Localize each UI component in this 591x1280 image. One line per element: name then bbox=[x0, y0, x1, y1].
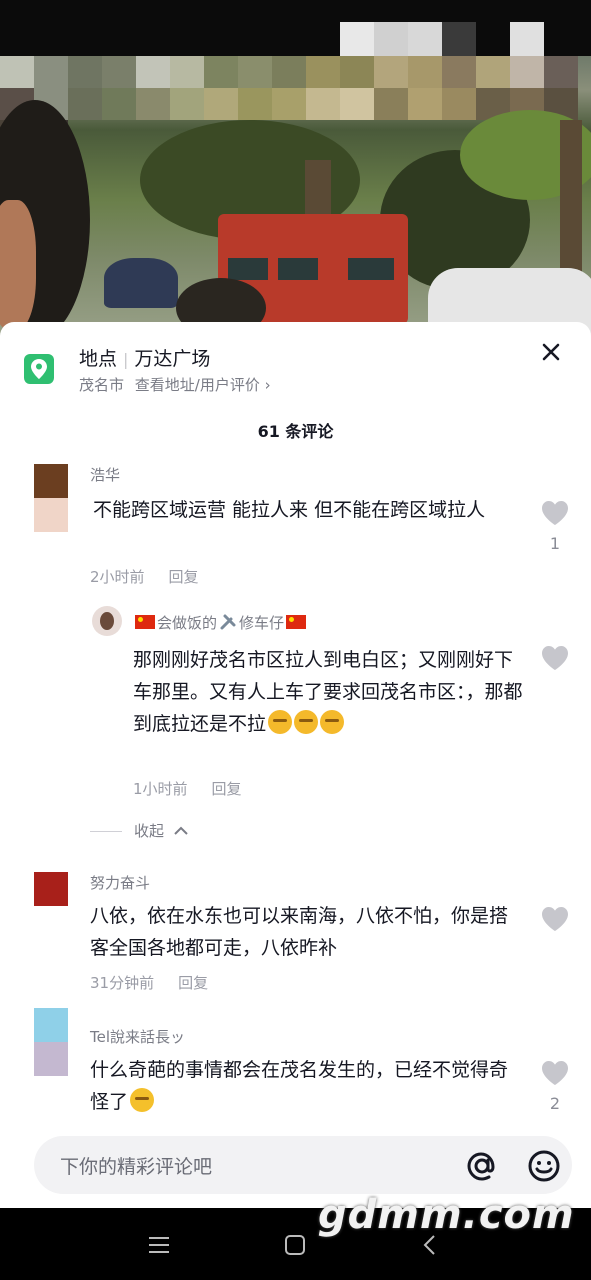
comment-time: 31分钟前 bbox=[90, 974, 155, 992]
laughing-emoji-icon bbox=[130, 1088, 155, 1112]
comments-sheet: 地点 | 万达广场 茂名市 查看地址/用户评价 › 61 条评论 浩华 不能跨区域运… bbox=[0, 322, 591, 1208]
comment-meta: 2小时前 回复 bbox=[90, 566, 199, 587]
reply-button[interactable]: 回复 bbox=[212, 780, 242, 798]
comment-meta: 1小时前 回复 bbox=[133, 778, 242, 799]
avatar[interactable] bbox=[34, 872, 68, 940]
comment-username[interactable]: Tel說来話長ッ bbox=[90, 1026, 185, 1047]
location-name: 万达广场 bbox=[134, 348, 211, 370]
reply-button[interactable]: 回复 bbox=[169, 568, 199, 586]
location-subtitle[interactable]: 茂名市 查看地址/用户评价 › bbox=[79, 374, 271, 395]
emoji-icon[interactable] bbox=[524, 1146, 564, 1186]
comment-time: 2小时前 bbox=[90, 568, 145, 586]
like-count: 1 bbox=[549, 534, 561, 553]
tools-icon bbox=[220, 614, 236, 630]
comment-username[interactable]: 浩华 bbox=[90, 464, 120, 485]
reply-button[interactable]: 回复 bbox=[178, 974, 208, 992]
divider-line bbox=[90, 831, 122, 832]
comment-text: 什么奇葩的事情都会在茂名发生的，已经不觉得奇怪了 bbox=[90, 1059, 509, 1113]
comment-meta: 31分钟前 回复 bbox=[90, 972, 208, 993]
watermark-logo: gdmm.com bbox=[318, 1192, 575, 1238]
collapse-replies-button[interactable]: 收起 bbox=[90, 820, 189, 841]
thinking-emoji-icon bbox=[268, 710, 293, 734]
comment-input[interactable]: 下你的精彩评论吧 bbox=[34, 1136, 572, 1194]
heart-icon[interactable] bbox=[541, 645, 569, 671]
heart-icon[interactable] bbox=[541, 1060, 569, 1086]
chevron-up-icon bbox=[174, 826, 188, 835]
view-address-link[interactable]: 查看地址/用户评价 › bbox=[135, 376, 271, 394]
thinking-emoji-icon bbox=[294, 710, 319, 734]
title-divider: | bbox=[123, 350, 129, 369]
mosaic-blur-top bbox=[340, 22, 544, 56]
location-prefix: 地点 bbox=[79, 348, 118, 370]
comment-input-placeholder: 下你的精彩评论吧 bbox=[60, 1156, 213, 1178]
comment-text: 八依，依在水东也可以来南海，八依不怕，你是搭客全国各地都可走，八依昨补 bbox=[90, 905, 509, 959]
comment-username[interactable]: 努力奋斗 bbox=[90, 872, 150, 893]
comment-text: 那刚刚好茂名市区拉人到电白区；又刚刚好下车那里。又有人上车了要求回茂名市区：，那… bbox=[133, 649, 523, 735]
comment-text: 不能跨区域运营 能拉人来 但不能在跨区域拉人 bbox=[93, 499, 486, 521]
mosaic-blur bbox=[0, 56, 591, 152]
heart-icon[interactable] bbox=[541, 500, 569, 526]
thinking-emoji-icon bbox=[320, 710, 345, 734]
comment-count: 61 条评论 bbox=[257, 422, 334, 441]
avatar[interactable] bbox=[34, 464, 68, 532]
china-flag-icon bbox=[286, 615, 307, 629]
menu-icon[interactable] bbox=[146, 1232, 172, 1258]
avatar[interactable] bbox=[92, 606, 122, 636]
avatar[interactable] bbox=[34, 1008, 68, 1076]
video-background[interactable] bbox=[0, 0, 591, 340]
china-flag-icon bbox=[135, 615, 155, 629]
location-city: 茂名市 bbox=[79, 376, 125, 394]
location-pin-icon[interactable] bbox=[24, 354, 54, 384]
like-count: 2 bbox=[549, 1094, 561, 1113]
home-icon[interactable] bbox=[282, 1232, 308, 1258]
close-icon[interactable] bbox=[539, 340, 563, 364]
heart-icon[interactable] bbox=[541, 906, 569, 932]
comment-time: 1小时前 bbox=[133, 780, 188, 798]
location-title[interactable]: 地点 | 万达广场 bbox=[79, 344, 210, 371]
reply-username[interactable]: 会做饭的 修车仔 bbox=[133, 612, 308, 633]
at-icon[interactable] bbox=[462, 1146, 502, 1186]
